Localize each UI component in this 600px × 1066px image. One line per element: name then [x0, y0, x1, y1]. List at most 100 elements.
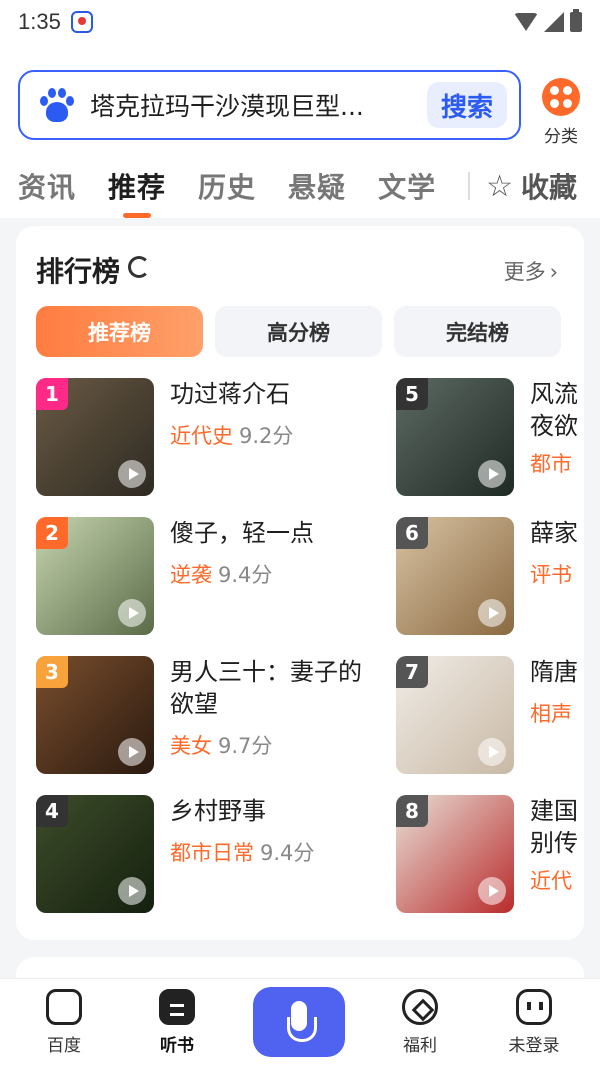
book-genre: 近代史 [170, 424, 233, 448]
book-title-line-2: 别传 [530, 829, 578, 857]
rank-badge: 4 [36, 795, 68, 827]
book-title: 薛家 [530, 519, 578, 547]
book-title: 乡村野事 [170, 797, 266, 825]
rank-badge: 2 [36, 517, 68, 549]
search-button[interactable]: 搜索 [426, 82, 507, 128]
book-cover[interactable]: 4 [36, 795, 154, 913]
search-input[interactable]: 塔克拉玛干沙漠现巨型... [90, 87, 427, 123]
rank-badge: 3 [36, 656, 68, 688]
rank-badge: 5 [396, 378, 428, 410]
book-item[interactable]: 3 男人三十：妻子的欲望 美女 9.7分 [36, 656, 376, 774]
book-cover[interactable]: 7 [396, 656, 514, 774]
status-icons [514, 9, 582, 32]
listen-book-icon [159, 989, 195, 1025]
status-bar: 1:35 [0, 0, 600, 44]
book-item[interactable]: 6 薛家 评书 [396, 517, 584, 635]
book-cover[interactable]: 2 [36, 517, 154, 635]
book-item[interactable]: 2 傻子，轻一点 逆袭 9.4分 [36, 517, 376, 635]
book-genre: 相声 [530, 702, 572, 726]
favorites-label: 收藏 [520, 171, 577, 204]
top-bar: 塔克拉玛干沙漠现巨型... 搜索 分类 [0, 44, 600, 154]
chevron-right-icon: › [549, 260, 558, 284]
book-score: 9.2分 [239, 424, 294, 448]
tab-history[interactable]: 历史 [198, 166, 256, 206]
bottom-nav: 百度 听书 福利 未登录 [0, 978, 600, 1066]
book-item[interactable]: 4 乡村野事 都市日常 9.4分 [36, 795, 376, 913]
nav-listen[interactable]: 听书 [137, 989, 217, 1056]
status-time: 1:35 [18, 9, 61, 34]
nav-login[interactable]: 未登录 [494, 989, 574, 1056]
book-cover[interactable]: 3 [36, 656, 154, 774]
nav-baidu-label: 百度 [47, 1036, 81, 1056]
play-icon[interactable] [118, 599, 146, 627]
grid-icon [542, 78, 580, 116]
play-icon[interactable] [478, 460, 506, 488]
refresh-icon[interactable] [128, 256, 150, 278]
tab-suspense[interactable]: 悬疑 [288, 166, 346, 206]
baidu-home-icon [46, 989, 82, 1025]
nav-listen-label: 听书 [160, 1036, 194, 1056]
book-title: 风流 [530, 380, 578, 408]
rank-badge: 1 [36, 378, 68, 410]
tab-literature[interactable]: 文学 [378, 166, 436, 206]
book-title: 傻子，轻一点 [170, 519, 314, 547]
book-cover[interactable]: 1 [36, 378, 154, 496]
book-cover[interactable]: 5 [396, 378, 514, 496]
tab-divider [468, 172, 471, 200]
star-icon: ☆ [486, 168, 513, 204]
pill-completed[interactable]: 完结榜 [394, 306, 561, 357]
book-item[interactable]: 7 隋唐 相声 [396, 656, 584, 774]
book-title: 功过蒋介石 [170, 380, 290, 408]
favorites-button[interactable]: ☆ 收藏 [486, 166, 577, 206]
ranking-title: 排行榜 [36, 255, 121, 288]
book-genre: 美女 [170, 734, 212, 758]
play-icon[interactable] [118, 460, 146, 488]
book-cover[interactable]: 6 [396, 517, 514, 635]
wifi-icon [514, 13, 538, 31]
book-title: 建国 [530, 797, 578, 825]
play-icon[interactable] [478, 599, 506, 627]
tab-recommend[interactable]: 推荐 [108, 166, 166, 206]
nav-welfare-label: 福利 [403, 1036, 437, 1056]
category-tabs: 资讯 推荐 历史 悬疑 文学 ☆ 收藏 [0, 154, 600, 218]
rank-badge: 8 [396, 795, 428, 827]
play-icon[interactable] [118, 738, 146, 766]
cellular-icon [544, 12, 564, 32]
nav-welfare[interactable]: 福利 [380, 989, 460, 1056]
more-link[interactable]: 更多 › [504, 256, 558, 286]
play-icon[interactable] [478, 738, 506, 766]
book-item[interactable]: 1 功过蒋介石 近代史 9.2分 [36, 378, 376, 496]
pill-high-score[interactable]: 高分榜 [215, 306, 382, 357]
book-item[interactable]: 5 风流 夜欲 都市 [396, 378, 584, 496]
ranking-pills: 推荐榜 高分榜 完结榜 [36, 306, 561, 357]
welfare-icon [402, 989, 438, 1025]
rank-badge: 7 [396, 656, 428, 688]
book-genre: 都市日常 [170, 841, 254, 865]
book-score: 9.4分 [218, 563, 273, 587]
play-icon[interactable] [118, 877, 146, 905]
baidu-notification-icon [70, 11, 93, 33]
book-score: 9.7分 [218, 734, 273, 758]
book-genre: 评书 [530, 563, 572, 587]
book-title: 隋唐 [530, 658, 578, 686]
book-title: 男人三十：妻子的欲望 [170, 658, 362, 718]
pill-recommend[interactable]: 推荐榜 [36, 306, 203, 357]
book-cover[interactable]: 8 [396, 795, 514, 913]
voice-search-button[interactable] [253, 987, 345, 1057]
more-label: 更多 [503, 260, 546, 284]
book-grid: 1 功过蒋介石 近代史 9.2分 2 傻子，轻一点 逆袭 9.4分 3 男人三十… [36, 378, 584, 918]
category-label: 分类 [544, 127, 578, 147]
tab-news[interactable]: 资讯 [18, 166, 76, 206]
ranking-card: 排行榜 更多 › 推荐榜 高分榜 完结榜 1 功过蒋介石 近代史 9.2分 2 傻子… [16, 226, 584, 940]
nav-baidu[interactable]: 百度 [24, 989, 104, 1056]
search-box[interactable]: 塔克拉玛干沙漠现巨型... 搜索 [18, 70, 521, 140]
book-item[interactable]: 8 建国 别传 近代 [396, 795, 584, 913]
play-icon[interactable] [478, 877, 506, 905]
battery-icon [570, 9, 582, 32]
category-button[interactable]: 分类 [538, 78, 584, 147]
login-face-icon [516, 989, 552, 1025]
nav-login-label: 未登录 [508, 1036, 560, 1056]
book-genre: 都市 [530, 452, 572, 476]
book-genre: 近代 [530, 869, 572, 893]
rank-badge: 6 [396, 517, 428, 549]
